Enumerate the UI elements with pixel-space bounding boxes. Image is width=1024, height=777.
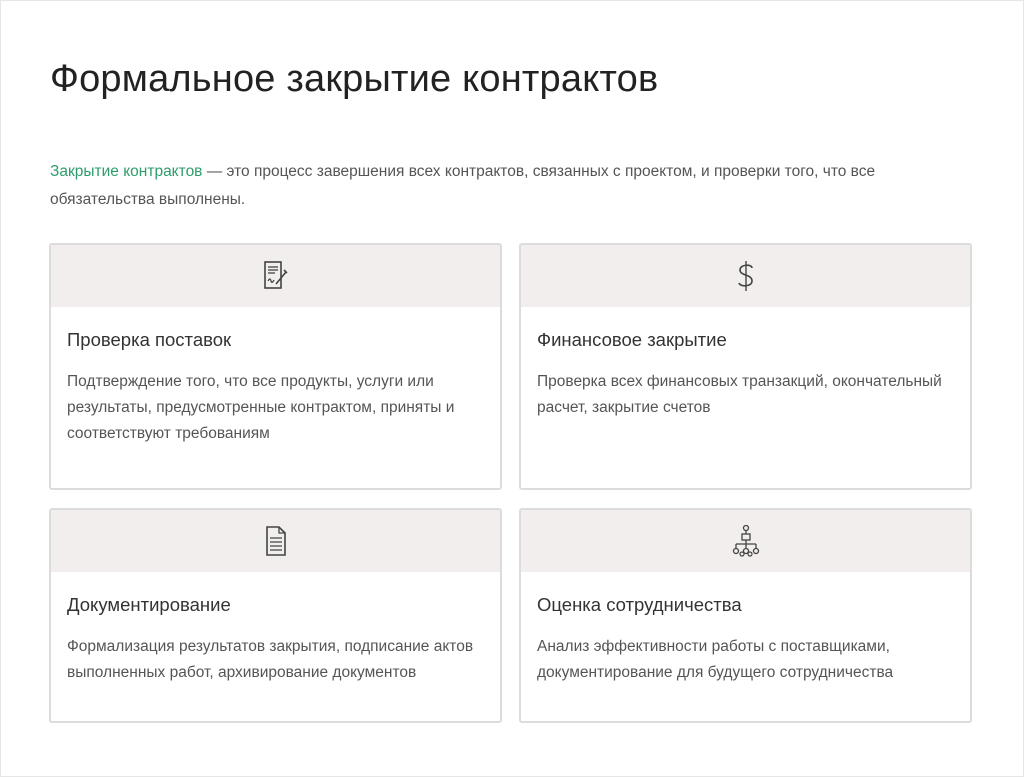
org-chart-icon (732, 524, 760, 558)
card-header (51, 245, 500, 307)
card-header (51, 510, 500, 572)
card-text: Проверка всех финансовых транзакций, око… (537, 373, 942, 416)
card-header (521, 245, 970, 307)
intro-term: Закрытие контрактов (50, 163, 203, 180)
card-documentation: Документирование Формализация результато… (49, 508, 502, 723)
dollar-icon (736, 259, 756, 293)
intro-paragraph: Закрытие контрактов — это процесс заверш… (50, 158, 950, 214)
card-financial-closure: Финансовое закрытие Проверка всех финанс… (519, 243, 972, 490)
card-title: Финансовое закрытие (537, 329, 727, 350)
signed-document-icon (263, 260, 289, 292)
document-icon (265, 525, 287, 557)
card-text: Подтверждение того, что все продукты, ус… (67, 373, 455, 442)
card-title: Оценка сотрудничества (537, 594, 742, 615)
card-text: Анализ эффективности работы с поставщика… (537, 638, 894, 681)
page-title: Формальное закрытие контрактов (50, 58, 659, 100)
card-text: Формализация результатов закрытия, подпи… (67, 638, 474, 681)
card-delivery-check: Проверка поставок Подтверждение того, чт… (49, 243, 502, 490)
card-title: Проверка поставок (67, 329, 232, 350)
card-cooperation-assessment: Оценка сотрудничества Анализ эффективнос… (519, 508, 972, 723)
card-title: Документирование (67, 594, 231, 615)
card-header (521, 510, 970, 572)
